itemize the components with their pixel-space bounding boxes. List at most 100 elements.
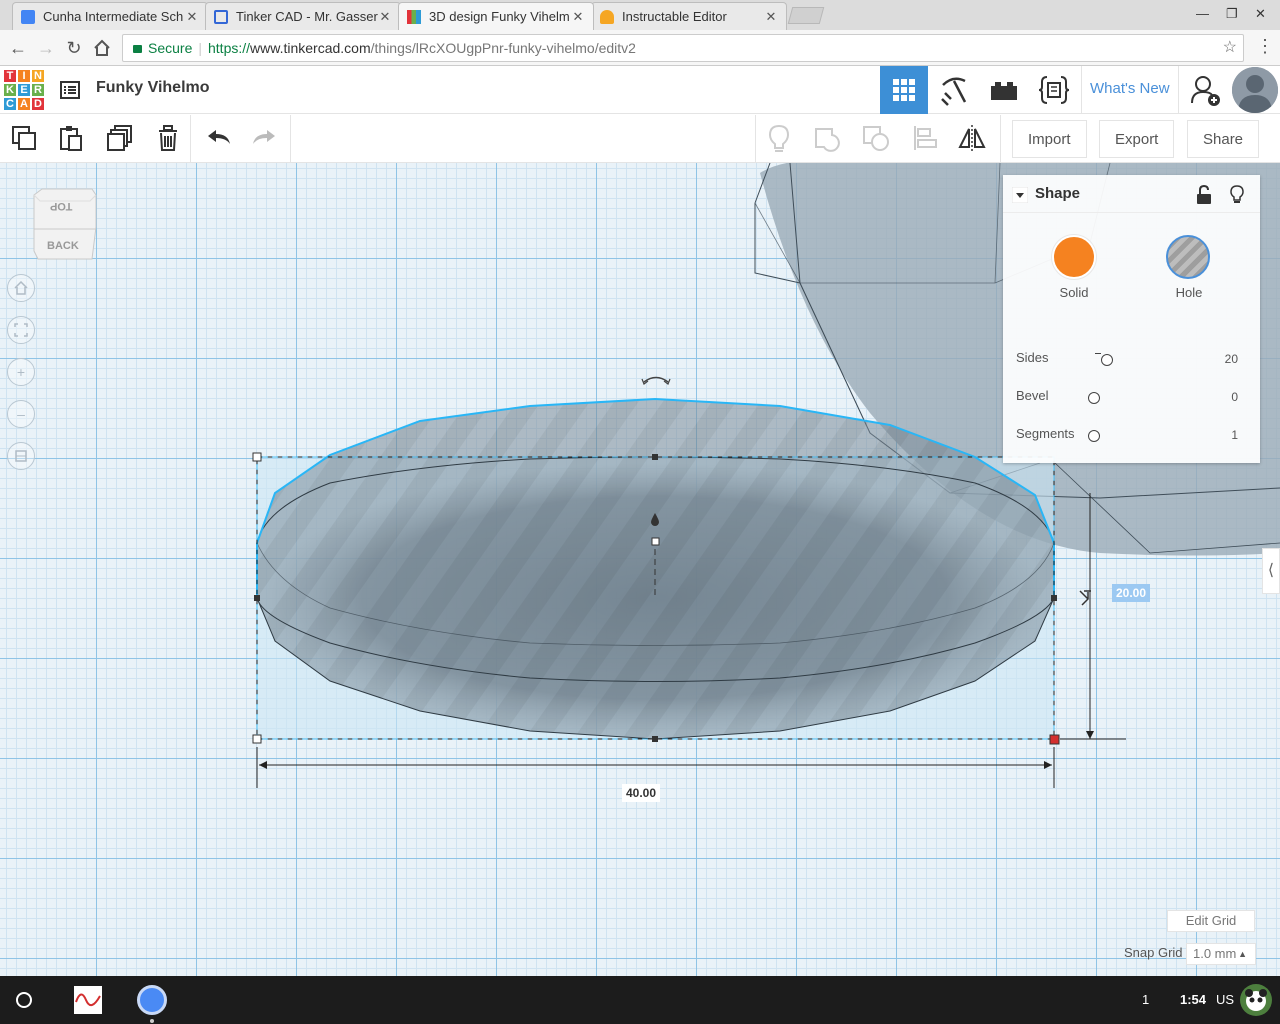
window-close-icon[interactable]: ✕ — [1255, 6, 1266, 22]
hole-label[interactable]: Hole — [1149, 285, 1229, 300]
blocks-button[interactable] — [930, 66, 978, 114]
app-header: TINKERCAD Funky Vihelmo What's New — [0, 66, 1280, 114]
width-dimension-label[interactable]: 40.00 — [622, 784, 661, 802]
view-cube[interactable] — [30, 187, 98, 265]
mirror-button[interactable] — [957, 123, 987, 153]
design-menu-icon[interactable] — [60, 80, 80, 100]
lightbulb-icon[interactable] — [1229, 185, 1245, 205]
bricks-button[interactable] — [980, 66, 1028, 114]
export-button[interactable]: Export — [1099, 120, 1175, 158]
browser-menu-icon[interactable]: ⋮ — [1256, 36, 1274, 57]
project-title[interactable]: Funky Vihelmo — [96, 79, 210, 97]
browser-tab-tinker-cad-mr-gasser[interactable]: Tinker CAD - Mr. Gasser ✕ — [205, 2, 401, 30]
toolbar-divider — [1000, 115, 1001, 163]
hole-swatch[interactable] — [1166, 235, 1210, 279]
add-user-button[interactable] — [1182, 66, 1230, 114]
unlock-icon[interactable] — [1196, 185, 1212, 205]
height-handle[interactable] — [651, 537, 660, 546]
paste-button[interactable] — [56, 123, 86, 153]
duplicate-button[interactable] — [105, 123, 135, 153]
keyboard-locale[interactable]: US — [1216, 992, 1234, 1007]
undo-button[interactable] — [203, 123, 233, 153]
zoom-in-button[interactable]: + — [7, 358, 35, 386]
sides-value[interactable]: 20 — [1225, 352, 1238, 366]
fit-view-button[interactable] — [7, 316, 35, 344]
close-icon[interactable]: ✕ — [378, 9, 392, 25]
bookmark-star-icon[interactable]: ☆ — [1223, 35, 1237, 61]
toolbar-divider — [755, 115, 756, 163]
3d-view-button[interactable] — [880, 66, 928, 114]
align-button[interactable] — [910, 123, 940, 153]
lightbulb-icon — [768, 124, 790, 152]
grid-icon — [893, 79, 915, 101]
collapse-panel-button[interactable]: ⟨ — [1262, 548, 1280, 594]
paste-icon — [60, 126, 82, 151]
new-tab-button[interactable] — [787, 7, 825, 24]
close-icon[interactable]: ✕ — [185, 9, 199, 25]
group-button[interactable] — [812, 123, 842, 153]
collapse-caret-icon[interactable] — [1012, 187, 1028, 203]
brick-icon — [991, 82, 1017, 100]
slider-track — [1095, 353, 1101, 354]
close-icon[interactable]: ✕ — [571, 9, 585, 25]
corner-handle[interactable] — [252, 734, 262, 744]
sites-icon — [214, 9, 228, 24]
minimize-icon[interactable]: — — [1196, 6, 1209, 21]
user-avatar[interactable] — [1232, 67, 1278, 113]
share-button[interactable]: Share — [1187, 120, 1260, 158]
ungroup-icon — [863, 126, 889, 151]
launcher-icon[interactable] — [16, 992, 32, 1008]
whats-new-link[interactable]: What's New — [1081, 66, 1179, 114]
zoom-out-button[interactable]: – — [7, 400, 35, 428]
sides-label: Sides — [1016, 350, 1049, 365]
browser-tab-instructable-editor[interactable]: Instructable Editor ✕ — [591, 2, 787, 30]
chrome-icon[interactable] — [137, 985, 167, 1015]
solid-label[interactable]: Solid — [1034, 285, 1114, 300]
edit-grid-button[interactable]: Edit Grid — [1167, 910, 1255, 932]
bevel-slider[interactable] — [1088, 392, 1100, 404]
home-view-button[interactable] — [7, 274, 35, 302]
perspective-button[interactable] — [7, 442, 35, 470]
segments-slider[interactable] — [1088, 430, 1100, 442]
forward-icon[interactable]: → — [34, 36, 58, 60]
height-dimension-input[interactable]: 20.00 — [1112, 584, 1151, 602]
clock[interactable]: 1:54 — [1180, 992, 1206, 1007]
notes-button[interactable] — [764, 123, 794, 153]
corner-handle-active[interactable] — [1049, 734, 1060, 745]
home-icon — [14, 281, 28, 295]
import-button[interactable]: Import — [1012, 120, 1087, 158]
bevel-label: Bevel — [1016, 388, 1049, 403]
edge-handle[interactable] — [652, 736, 658, 742]
edge-handle[interactable] — [1051, 595, 1057, 601]
ungroup-button[interactable] — [861, 123, 891, 153]
sides-slider[interactable] — [1101, 354, 1113, 366]
solid-swatch[interactable] — [1052, 235, 1096, 279]
browser-tab-cunha[interactable]: Cunha Intermediate Sch ✕ — [12, 2, 208, 30]
browser-tab-3d-design[interactable]: 3D design Funky Vihelm ✕ — [398, 2, 594, 30]
restore-icon[interactable]: ❐ — [1226, 6, 1238, 22]
edge-handle[interactable] — [652, 454, 658, 460]
snap-grid-value: 1.0 mm — [1193, 946, 1237, 961]
redo-button[interactable] — [250, 123, 280, 153]
notification-count[interactable]: 1 — [1142, 992, 1149, 1007]
corner-handle[interactable] — [252, 452, 262, 462]
browser-tab-strip: Cunha Intermediate Sch ✕ Tinker CAD - Mr… — [0, 0, 1280, 30]
snap-grid-select[interactable]: 1.0 mm ▲ — [1186, 943, 1256, 965]
account-avatar[interactable] — [1240, 984, 1272, 1016]
logo-letter: T — [3, 69, 17, 83]
home-icon[interactable] — [90, 36, 114, 60]
address-bar[interactable]: Secure | https://www.tinkercad.com/things/… — [122, 34, 1244, 62]
segments-value[interactable]: 1 — [1231, 428, 1238, 442]
codeblocks-button[interactable] — [1030, 66, 1078, 114]
tinkercad-logo[interactable]: TINKERCAD — [3, 69, 45, 111]
bevel-value[interactable]: 0 — [1231, 390, 1238, 404]
edge-handle[interactable] — [254, 595, 260, 601]
back-icon[interactable]: ← — [6, 36, 30, 60]
reload-icon[interactable]: ↻ — [62, 36, 86, 60]
copy-button[interactable] — [9, 123, 39, 153]
orthographic-icon — [15, 450, 27, 462]
delete-button[interactable] — [153, 123, 183, 153]
logo-letter: C — [3, 97, 17, 111]
wave-app-icon[interactable] — [74, 986, 102, 1014]
close-icon[interactable]: ✕ — [764, 9, 778, 25]
